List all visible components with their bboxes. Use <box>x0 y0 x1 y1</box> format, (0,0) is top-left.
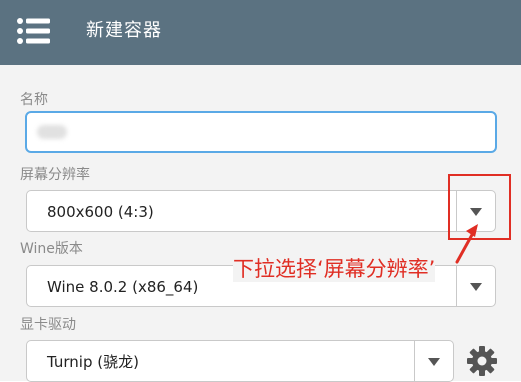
gear-icon[interactable] <box>466 345 498 377</box>
wine-version-dropdown-toggle[interactable] <box>456 266 495 306</box>
gpu-driver-label: 显卡驱动 <box>20 317 76 333</box>
gpu-driver-dropdown[interactable]: Turnip (骁龙) <box>26 340 454 382</box>
wine-version-value: Wine 8.0.2 (x86_64) <box>47 278 199 296</box>
blurred-name-value <box>37 125 67 139</box>
app-bar: 新建容器 <box>0 0 521 65</box>
name-input[interactable] <box>25 111 497 153</box>
resolution-dropdown[interactable]: 800x600 (4:3) <box>26 190 496 232</box>
annotation-highlight-box <box>448 174 511 240</box>
name-label: 名称 <box>20 92 48 108</box>
page-title: 新建容器 <box>86 20 162 41</box>
gpu-driver-value: Turnip (骁龙) <box>47 353 139 371</box>
dropdown-arrow-icon <box>428 358 440 366</box>
resolution-label: 屏幕分辨率 <box>20 167 90 183</box>
annotation-text: 下拉选择‘屏幕分辨率’ <box>233 256 436 282</box>
dropdown-arrow-icon <box>470 283 482 291</box>
resolution-value: 800x600 (4:3) <box>47 203 154 221</box>
gpu-driver-dropdown-toggle[interactable] <box>414 341 453 381</box>
wine-version-label: Wine版本 <box>20 241 83 257</box>
hamburger-menu-icon[interactable] <box>16 13 52 49</box>
